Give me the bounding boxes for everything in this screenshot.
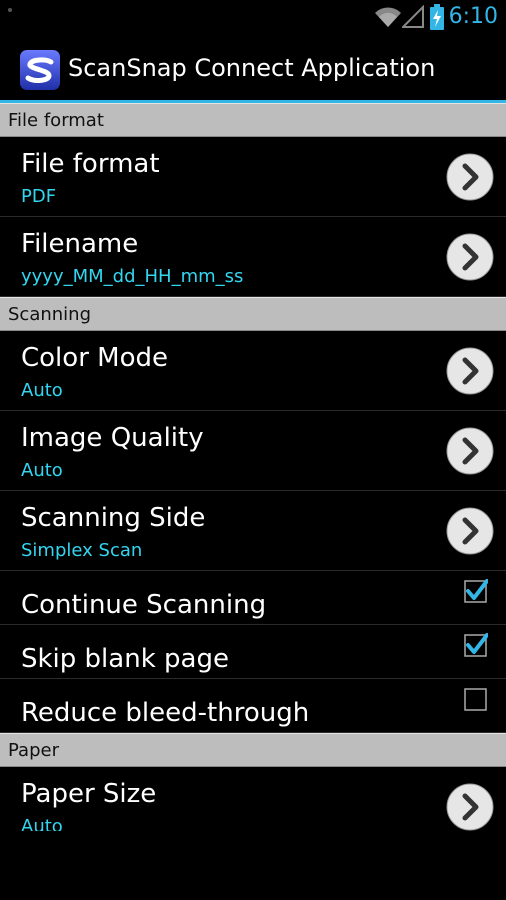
pref-scanning-side[interactable]: Scanning Side Simplex Scan [0,491,506,571]
chevron-right-icon[interactable] [446,427,494,475]
scansnap-logo-icon[interactable] [20,50,60,90]
pref-reduce-bleed-through[interactable]: Reduce bleed-through [0,679,506,733]
pref-title: Reduce bleed-through [21,698,310,728]
checkbox-checked[interactable] [464,633,488,657]
pref-title: Filename [21,229,139,259]
pref-file-format[interactable]: File format PDF [0,137,506,217]
app-title: ScanSnap Connect Application [68,54,436,82]
battery-charging-icon [430,4,444,30]
signal-icon [402,5,424,28]
pref-title: Scanning Side [21,503,206,533]
section-header-file-format: File format [0,103,506,137]
notification-icon [8,8,12,12]
chevron-right-icon[interactable] [446,153,494,201]
pref-summary: Simplex Scan [21,540,143,561]
chevron-right-icon[interactable] [446,783,494,831]
chevron-right-icon[interactable] [446,507,494,555]
pref-title: Continue Scanning [21,590,267,620]
pref-image-quality[interactable]: Image Quality Auto [0,411,506,491]
pref-title: Skip blank page [21,644,229,674]
pref-title: Image Quality [21,423,204,453]
pref-summary: Auto [21,816,63,831]
wifi-icon [375,7,401,27]
pref-summary: yyyy_MM_dd_HH_mm_ss [21,266,244,287]
chevron-right-icon[interactable] [446,347,494,395]
pref-filename[interactable]: Filename yyyy_MM_dd_HH_mm_ss [0,217,506,297]
pref-summary: Auto [21,460,63,481]
clock: 6:10 [448,4,498,29]
section-header-paper: Paper [0,733,506,767]
pref-summary: PDF [21,186,57,207]
pref-title: Color Mode [21,343,168,373]
pref-color-mode[interactable]: Color Mode Auto [0,331,506,411]
status-bar: 6:10 [0,0,506,36]
section-header-scanning: Scanning [0,297,506,331]
pref-paper-size[interactable]: Paper Size Auto [0,767,506,831]
checkbox-checked[interactable] [464,579,488,603]
pref-title: Paper Size [21,779,157,809]
pref-summary: Auto [21,380,63,401]
checkbox-unchecked[interactable] [464,687,488,711]
preferences-list: File format File format PDF Filename yyy… [0,103,506,831]
pref-skip-blank-page[interactable]: Skip blank page [0,625,506,679]
pref-continue-scanning[interactable]: Continue Scanning [0,571,506,625]
action-bar: ScanSnap Connect Application [0,36,506,103]
chevron-right-icon[interactable] [446,233,494,281]
pref-title: File format [21,149,160,179]
